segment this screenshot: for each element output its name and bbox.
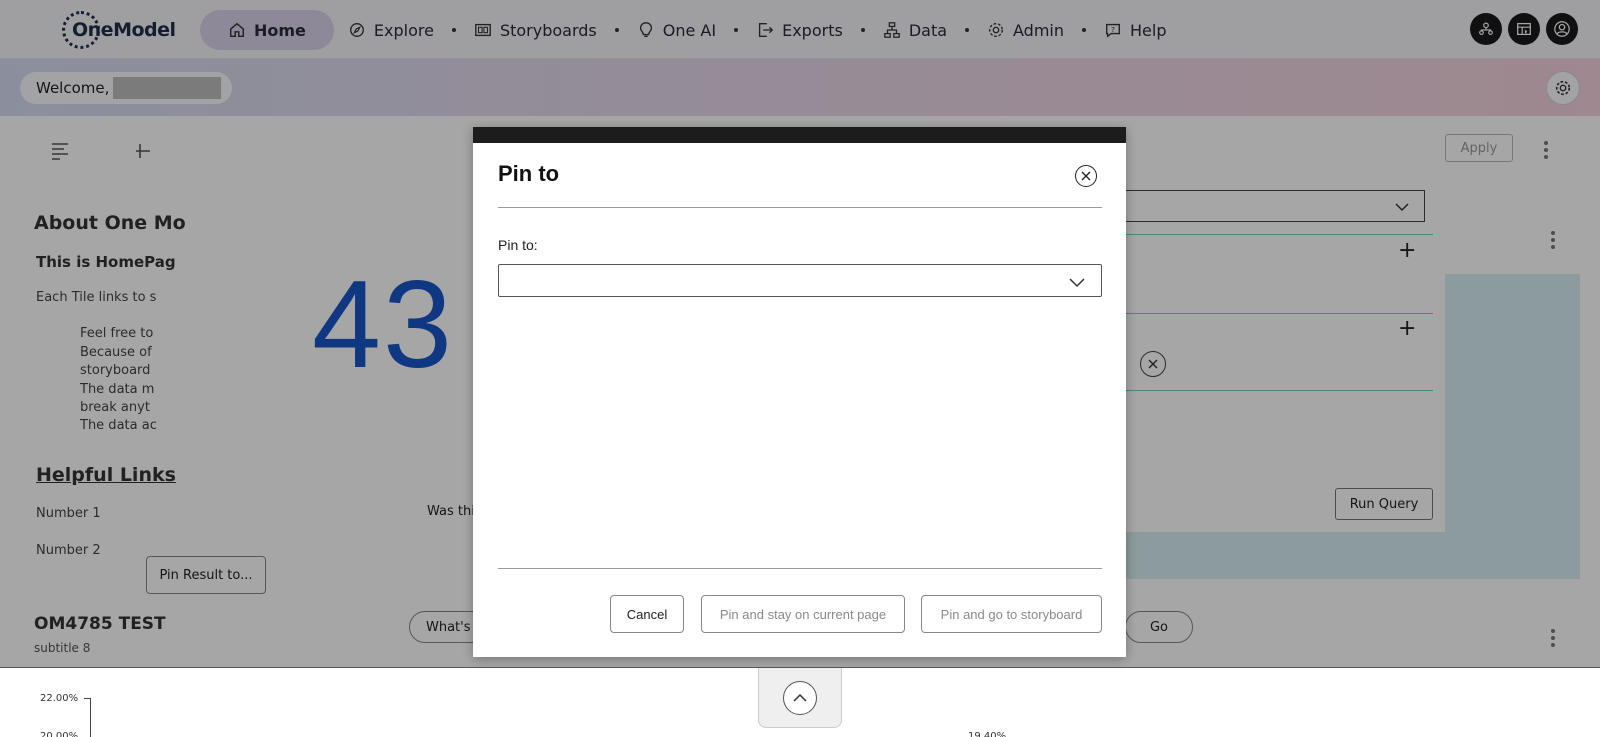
dialog-divider: [498, 207, 1102, 208]
cancel-button[interactable]: Cancel: [610, 595, 684, 633]
close-dialog-button[interactable]: [1075, 165, 1097, 187]
pin-and-stay-button[interactable]: Pin and stay on current page: [701, 595, 905, 633]
dialog-title: Pin to: [498, 161, 560, 186]
pin-to-select[interactable]: [498, 264, 1102, 297]
dialog-divider: [498, 568, 1102, 569]
chart-axis: [90, 698, 91, 737]
chevron-up-icon: [793, 693, 807, 702]
chart-axis-tick: [84, 698, 90, 699]
data-label: 19.40%: [968, 731, 1007, 737]
dialog-header-bar: [473, 127, 1126, 143]
pin-to-dialog: Pin to Pin to: Cancel Pin and stay on cu…: [473, 127, 1126, 657]
axis-tick-label: 22.00%: [40, 693, 79, 704]
collapse-button[interactable]: [783, 680, 817, 715]
axis-tick-label: 20.00%: [40, 731, 79, 737]
close-icon: [1081, 171, 1091, 181]
pin-to-label: Pin to:: [498, 237, 538, 253]
chevron-down-icon: [1069, 278, 1085, 288]
pin-and-go-button[interactable]: Pin and go to storyboard: [921, 595, 1102, 633]
collapse-panel-tab[interactable]: [758, 668, 842, 728]
